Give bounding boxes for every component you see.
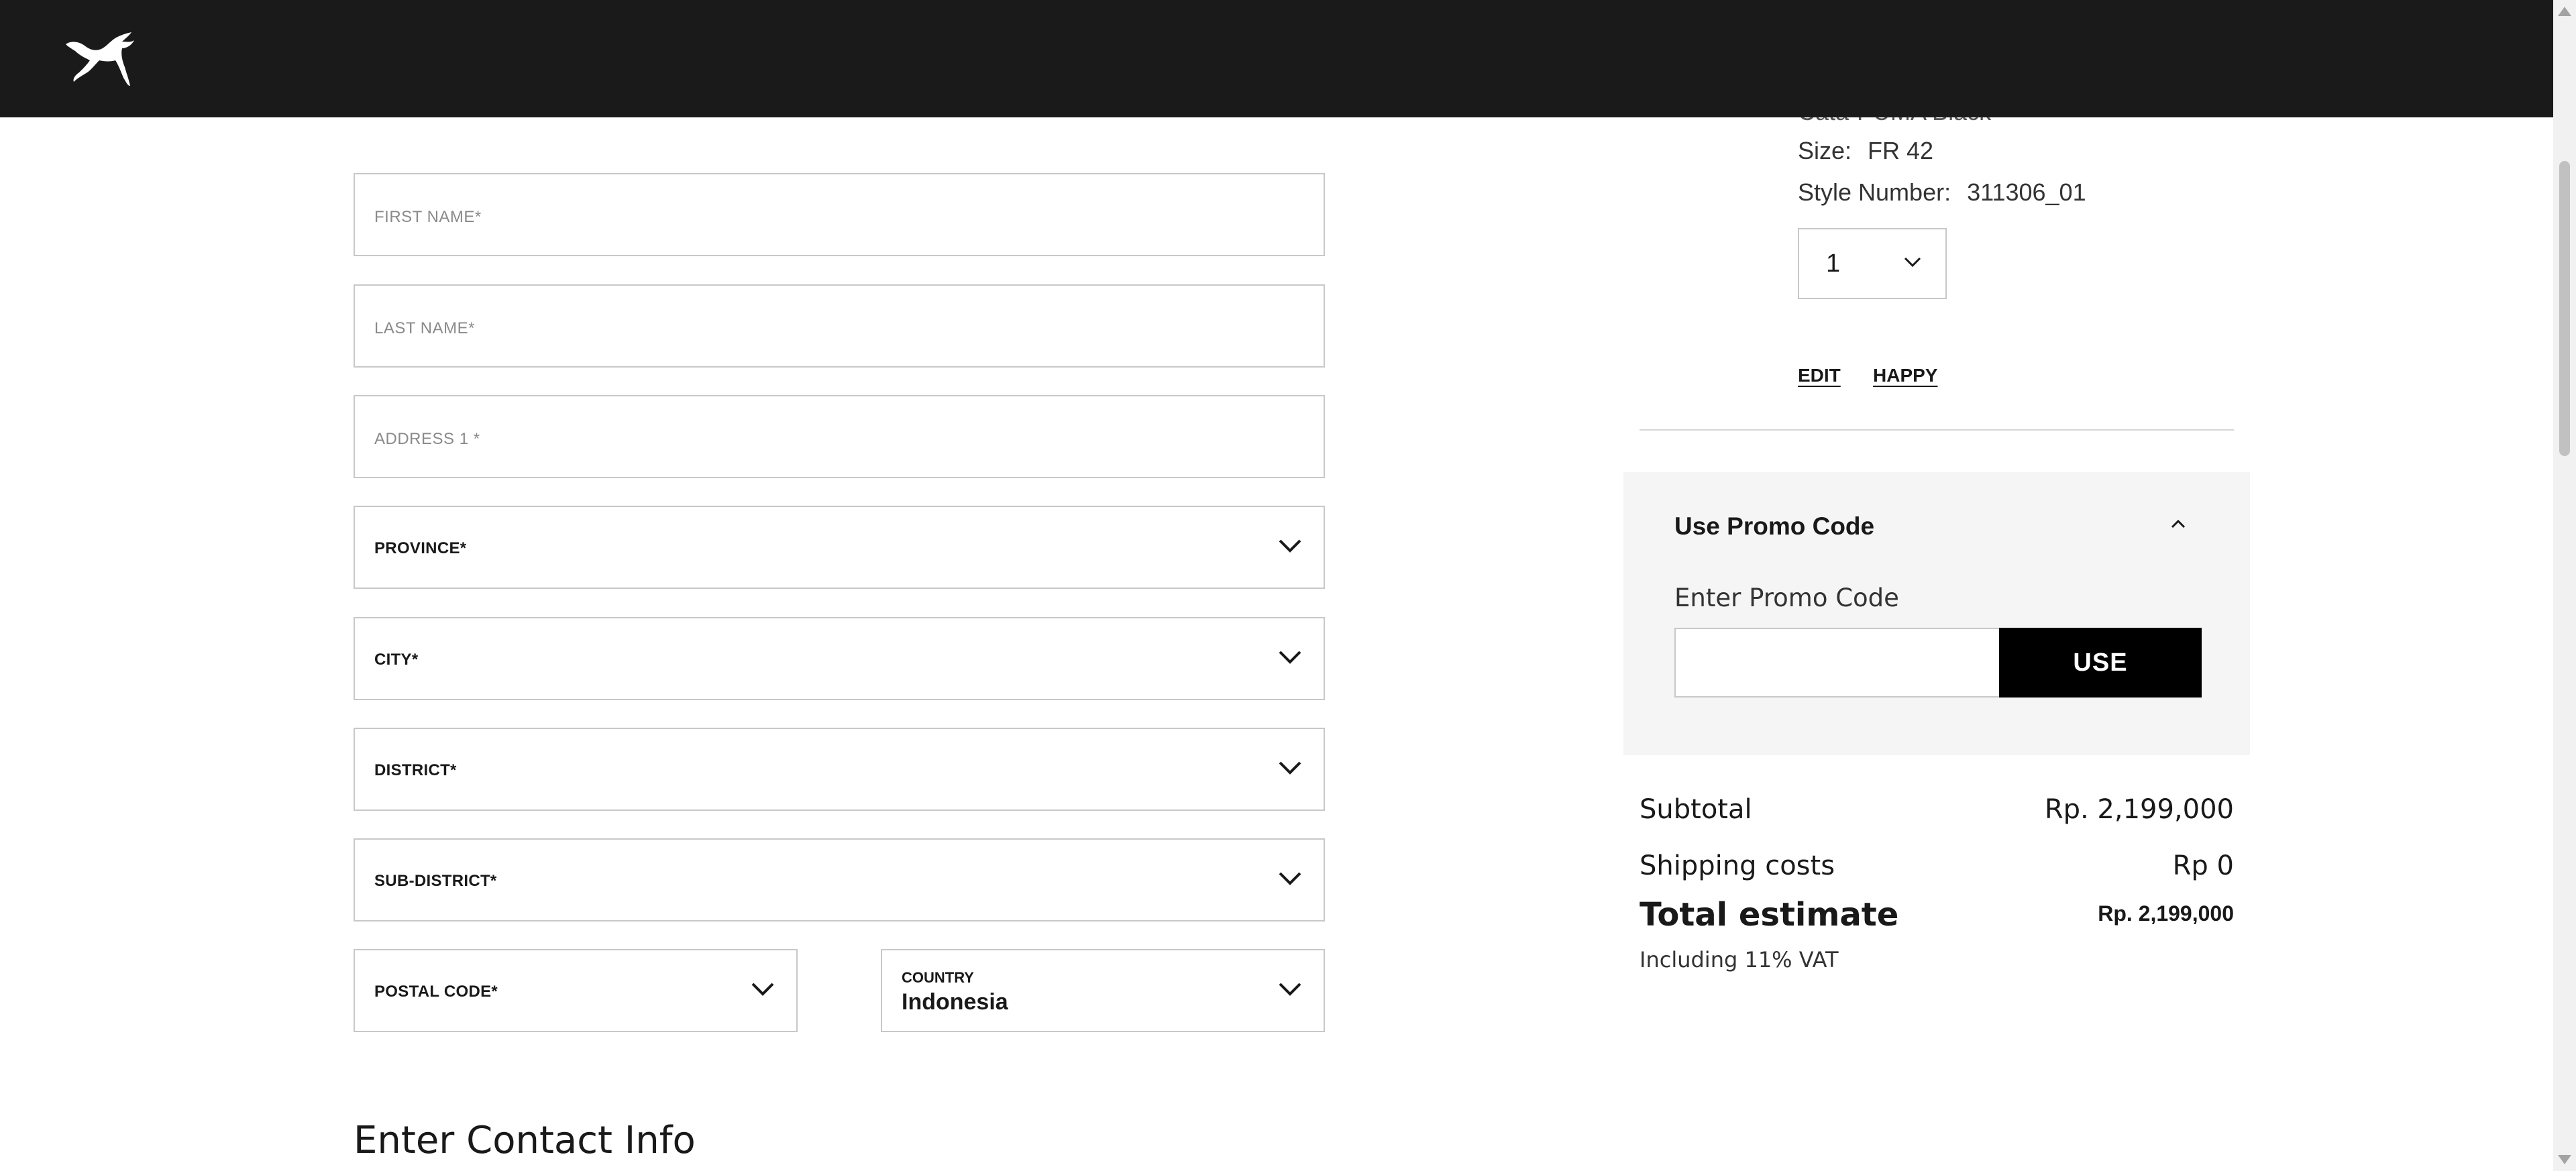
promo-input-label: Enter Promo Code — [1674, 583, 1899, 612]
scroll-up-arrow-icon[interactable] — [2558, 7, 2571, 16]
total-row: Total estimate Rp. 2,199,000 — [1640, 896, 2234, 936]
last-name-field[interactable]: LAST NAME* — [354, 284, 1325, 368]
shipping-row: Shipping costs Rp 0 — [1640, 850, 2234, 884]
chevron-down-icon — [1279, 539, 1301, 553]
chevron-down-icon — [1904, 257, 1921, 268]
subtotal-value: Rp. 2,199,000 — [2044, 794, 2234, 825]
address1-field[interactable]: ADDRESS 1 * — [354, 395, 1325, 478]
province-select[interactable]: PROVINCE* — [354, 506, 1325, 589]
district-select[interactable]: DISTRICT* — [354, 728, 1325, 811]
chevron-down-icon — [1279, 651, 1301, 664]
subtotal-label: Subtotal — [1640, 794, 1752, 825]
first-name-placeholder: FIRST NAME* — [374, 208, 482, 226]
promo-code-panel: Use Promo Code Enter Promo Code USE — [1623, 472, 2250, 755]
country-select[interactable]: COUNTRY Indonesia — [881, 949, 1325, 1032]
postal-code-label: POSTAL CODE* — [374, 983, 498, 1001]
chevron-up-icon[interactable] — [2171, 519, 2186, 528]
chevron-down-icon — [1279, 761, 1301, 775]
top-header — [0, 0, 2553, 117]
edit-link[interactable]: EDIT — [1798, 365, 1841, 386]
use-promo-button[interactable]: USE — [1999, 628, 2202, 698]
size-label: Size: — [1798, 137, 1852, 164]
country-value: Indonesia — [902, 989, 1008, 1015]
sub-district-label: SUB-DISTRICT* — [374, 872, 497, 890]
district-label: DISTRICT* — [374, 761, 457, 779]
style-number-line: Style Number: 311306_01 — [1798, 178, 2086, 207]
promo-title[interactable]: Use Promo Code — [1674, 512, 1874, 541]
shipping-value: Rp 0 — [2172, 850, 2234, 881]
quantity-select[interactable]: 1 — [1798, 228, 1947, 299]
happy-link[interactable]: HAPPY — [1873, 365, 1937, 386]
promo-code-input[interactable] — [1674, 628, 2003, 698]
chevron-down-icon — [751, 983, 774, 996]
scrollbar-thumb[interactable] — [2559, 161, 2570, 456]
city-label: CITY* — [374, 651, 419, 669]
total-value: Rp. 2,199,000 — [2098, 901, 2234, 926]
chevron-down-icon — [1279, 983, 1301, 996]
scroll-down-arrow-icon[interactable] — [2558, 1155, 2571, 1164]
total-label: Total estimate — [1640, 896, 1899, 934]
size-value: FR 42 — [1868, 137, 1934, 164]
shipping-label: Shipping costs — [1640, 850, 1835, 881]
chevron-down-icon — [1279, 872, 1301, 885]
contact-section-title: Enter Contact Info — [354, 1119, 696, 1162]
last-name-placeholder: LAST NAME* — [374, 319, 475, 337]
vertical-scrollbar[interactable] — [2553, 0, 2576, 1171]
size-line: Size: FR 42 — [1798, 137, 1933, 165]
province-label: PROVINCE* — [374, 539, 467, 557]
vat-note: Including 11% VAT — [1640, 947, 1839, 972]
sub-district-select[interactable]: SUB-DISTRICT* — [354, 838, 1325, 922]
country-label: COUNTRY — [902, 969, 974, 986]
puma-logo-icon[interactable] — [64, 31, 137, 87]
subtotal-row: Subtotal Rp. 2,199,000 — [1640, 794, 2234, 828]
quantity-value: 1 — [1826, 249, 1841, 278]
first-name-field[interactable]: FIRST NAME* — [354, 173, 1325, 256]
postal-code-select[interactable]: POSTAL CODE* — [354, 949, 798, 1032]
city-select[interactable]: CITY* — [354, 617, 1325, 700]
style-number-label: Style Number: — [1798, 178, 1951, 206]
address1-placeholder: ADDRESS 1 * — [374, 430, 480, 448]
style-number-value: 311306_01 — [1967, 178, 2086, 206]
divider — [1640, 429, 2234, 431]
